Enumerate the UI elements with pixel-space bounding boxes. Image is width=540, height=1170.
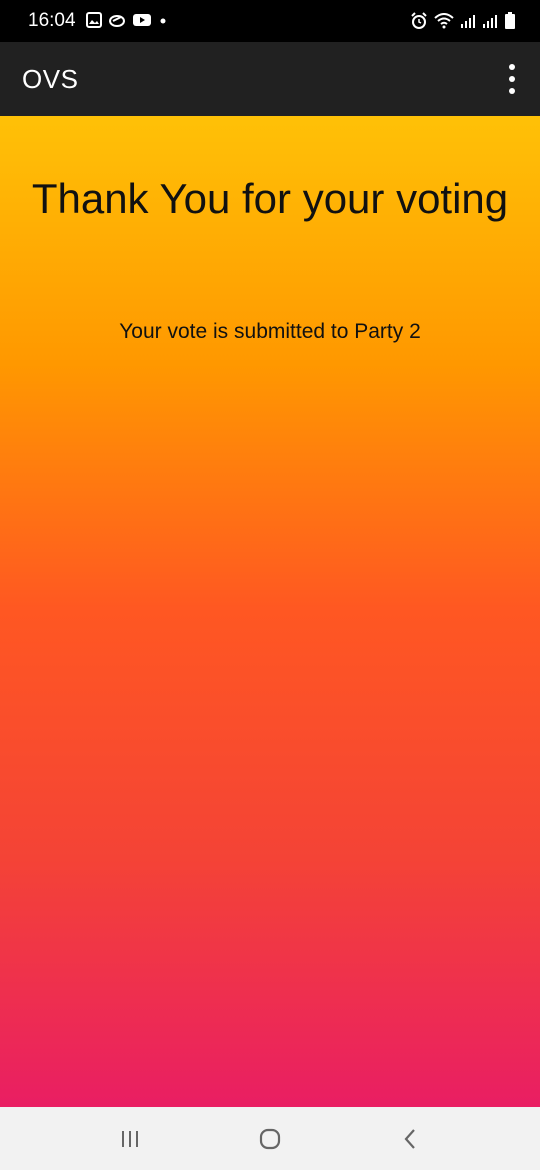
- status-bar: 16:04: [0, 0, 540, 42]
- main-content: Thank You for your voting Your vote is s…: [0, 116, 540, 1107]
- alarm-icon: [411, 12, 427, 29]
- system-nav-bar: [0, 1107, 540, 1170]
- recent-apps-icon: [122, 1131, 138, 1147]
- back-button[interactable]: [390, 1123, 430, 1155]
- signal-icon: [461, 15, 475, 28]
- gallery-icon: [86, 12, 102, 28]
- status-right-icons: [410, 12, 516, 30]
- back-icon: [404, 1129, 415, 1149]
- battery-icon: [505, 12, 515, 29]
- notification-dot-icon: [160, 18, 166, 24]
- wifi-icon: [434, 13, 454, 29]
- youtube-icon: [133, 14, 151, 26]
- app-title: OVS: [22, 64, 79, 94]
- link-icon: [109, 15, 125, 27]
- home-icon: [259, 1128, 281, 1150]
- status-time: 16:04: [28, 10, 76, 31]
- signal-icon: [483, 15, 497, 28]
- menu-dot: [509, 76, 515, 82]
- menu-dot: [509, 88, 515, 94]
- recent-apps-button[interactable]: [110, 1123, 150, 1155]
- home-button[interactable]: [250, 1123, 290, 1155]
- vote-confirmation-message: Your vote is submitted to Party 2: [119, 320, 421, 343]
- thank-you-title: Thank You for your voting: [31, 175, 509, 222]
- app-bar: OVS: [0, 42, 540, 116]
- more-vert-icon[interactable]: [500, 64, 524, 94]
- menu-dot: [509, 64, 515, 70]
- status-left-icons: [86, 12, 168, 28]
